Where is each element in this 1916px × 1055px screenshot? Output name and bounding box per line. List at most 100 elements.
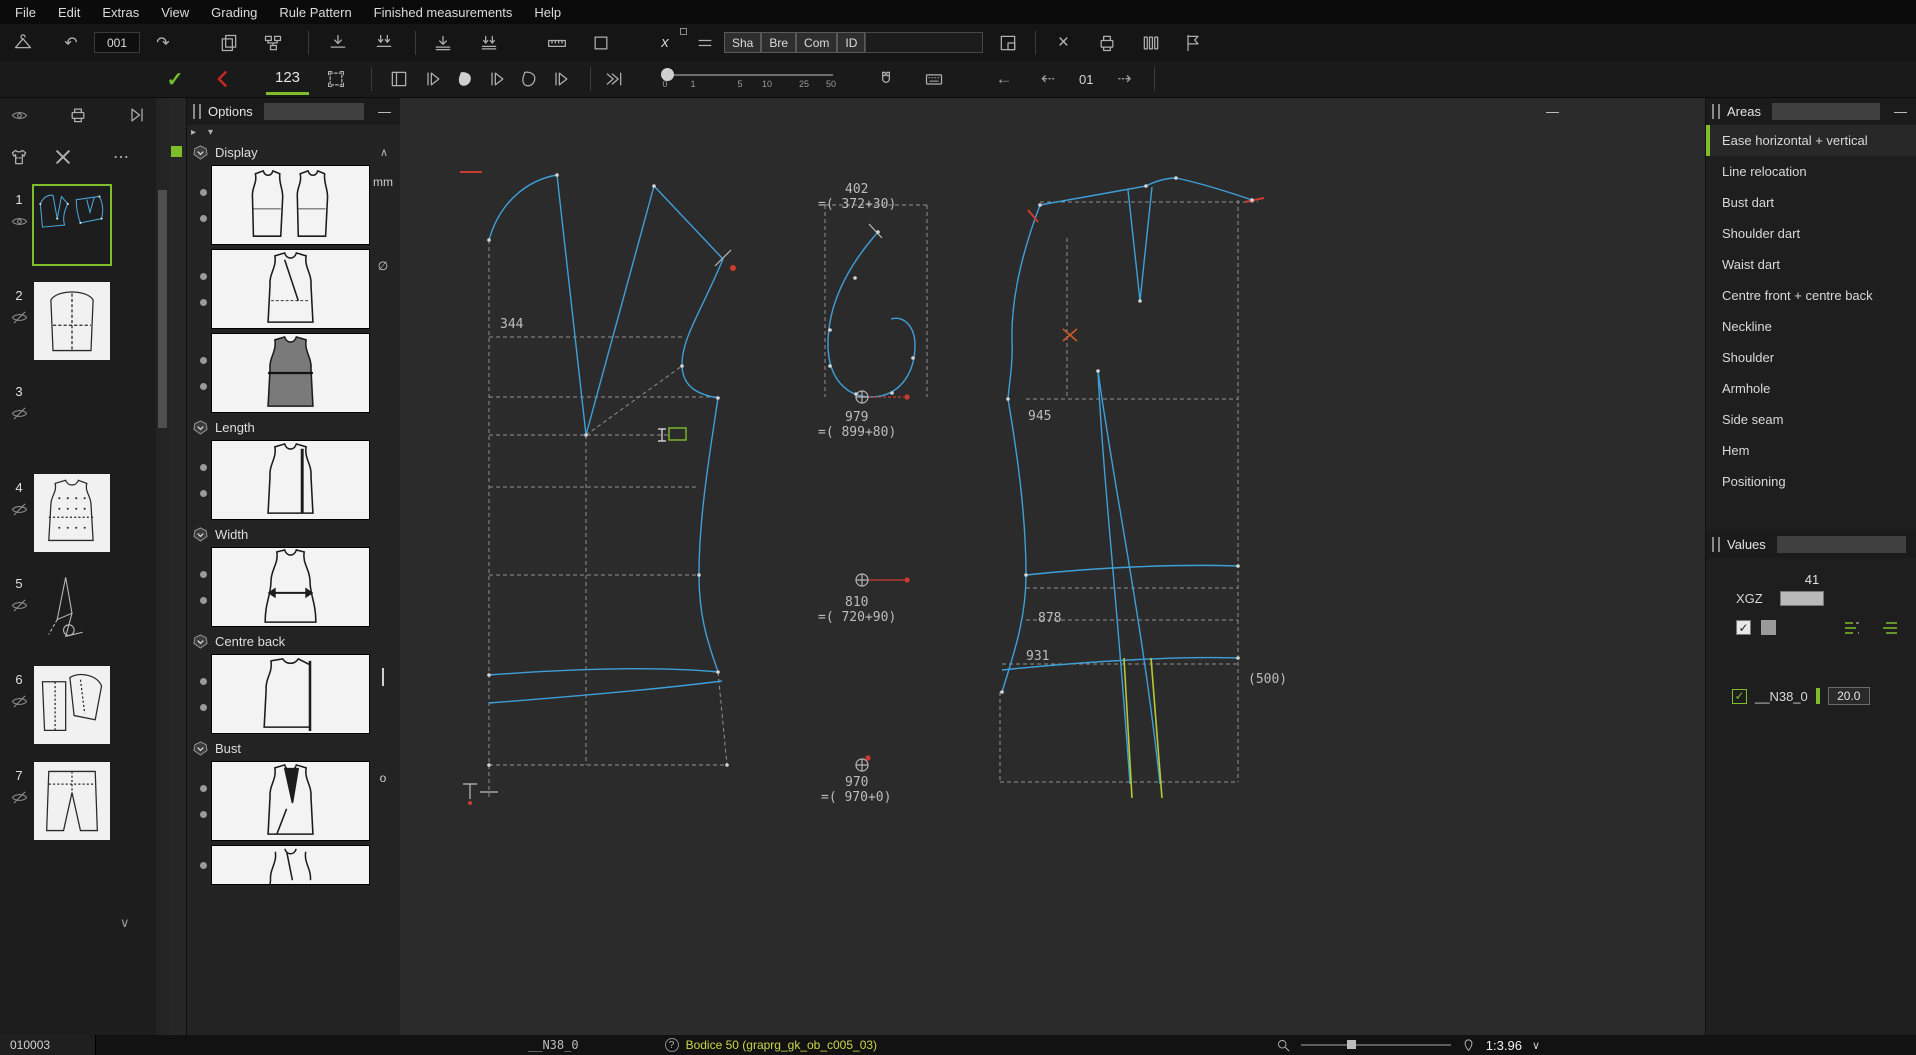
play-step3-icon[interactable] bbox=[548, 66, 574, 92]
sidebar-scrollbar[interactable] bbox=[156, 98, 169, 1035]
area-item-positioning[interactable]: Positioning bbox=[1706, 466, 1916, 497]
section-length[interactable]: Length bbox=[187, 415, 400, 438]
caret-right-icon[interactable]: ▸ bbox=[191, 127, 196, 138]
menu-view[interactable]: View bbox=[150, 2, 200, 23]
area-item-line-relocation[interactable]: Line relocation bbox=[1706, 156, 1916, 187]
pin-icon[interactable] bbox=[1461, 1038, 1476, 1053]
lines-icon[interactable] bbox=[692, 30, 718, 56]
list-green-icon-2[interactable] bbox=[1882, 621, 1898, 635]
zoom-menu-icon[interactable]: ∨ bbox=[1532, 1039, 1540, 1052]
xgz-input[interactable] bbox=[1780, 591, 1824, 606]
panel-handle-icon[interactable] bbox=[1712, 104, 1720, 119]
panel-icon[interactable] bbox=[386, 66, 412, 92]
drafting-canvas[interactable]: — 344 402 =(372+30) 979 =(899+80) 945 … bbox=[400, 98, 1705, 1035]
keyboard-icon[interactable] bbox=[921, 66, 947, 92]
option-row-display-1[interactable]: mm bbox=[187, 163, 400, 247]
arrow-right-dashed-icon[interactable]: ⇢ bbox=[1112, 66, 1138, 92]
shape-mode-button[interactable]: Sha bbox=[724, 32, 762, 53]
area-item-ease[interactable]: Ease horizontal + vertical bbox=[1706, 125, 1916, 156]
area-item-armhole[interactable]: Armhole bbox=[1706, 373, 1916, 404]
step-counter-field[interactable] bbox=[94, 32, 140, 53]
menu-grading[interactable]: Grading bbox=[200, 2, 268, 23]
radio-dot[interactable] bbox=[199, 677, 207, 685]
collapse-handle-icon[interactable]: — bbox=[1546, 104, 1559, 119]
panel-handle-icon[interactable] bbox=[193, 104, 201, 119]
piece-solid-icon[interactable] bbox=[452, 66, 478, 92]
garment-icon[interactable] bbox=[6, 144, 32, 170]
menu-extras[interactable]: Extras bbox=[91, 2, 150, 23]
undo-icon[interactable]: ↶ bbox=[58, 30, 84, 56]
visibility-icon[interactable] bbox=[11, 213, 28, 233]
visibility-off-icon[interactable] bbox=[11, 501, 28, 521]
piece-thumbnail-5[interactable] bbox=[34, 570, 110, 648]
collapse-icon[interactable]: ∧ bbox=[380, 146, 394, 159]
tab-123[interactable]: 123 bbox=[266, 64, 310, 95]
radio-dot[interactable] bbox=[199, 784, 207, 792]
piece-thumbnail-6[interactable] bbox=[34, 666, 110, 744]
columns-icon[interactable] bbox=[1138, 30, 1164, 56]
help-info-icon[interactable]: ? bbox=[664, 1038, 679, 1052]
radio-dot[interactable] bbox=[199, 596, 207, 604]
skip-arrows-icon[interactable] bbox=[601, 66, 627, 92]
radio-dot[interactable] bbox=[199, 356, 207, 364]
arrow-left-dashed-icon[interactable]: ⇠ bbox=[1035, 66, 1061, 92]
piece-thumbnail-4[interactable] bbox=[34, 474, 110, 552]
area-item-hem[interactable]: Hem bbox=[1706, 435, 1916, 466]
piece-item-6[interactable]: 6 bbox=[0, 662, 156, 758]
marquee-select-icon[interactable] bbox=[323, 66, 349, 92]
menu-finished-measurements[interactable]: Finished measurements bbox=[363, 2, 524, 23]
skip-end-icon[interactable] bbox=[124, 102, 150, 128]
options-header-box[interactable] bbox=[263, 103, 364, 120]
radio-dot[interactable] bbox=[199, 703, 207, 711]
section-width[interactable]: Width bbox=[187, 522, 400, 545]
arrow-left-icon[interactable]: ← bbox=[991, 66, 1017, 92]
radio-dot[interactable] bbox=[199, 810, 207, 818]
piece-thumbnail-1[interactable] bbox=[32, 184, 112, 266]
redo-icon[interactable]: ↷ bbox=[150, 30, 176, 56]
menu-help[interactable]: Help bbox=[523, 2, 572, 23]
double-drop-baseline-icon[interactable] bbox=[476, 30, 502, 56]
visibility-off-icon[interactable] bbox=[11, 309, 28, 329]
piece-item-5[interactable]: 5 bbox=[0, 566, 156, 662]
close-icon[interactable]: × bbox=[1050, 30, 1076, 56]
option-row-display-3[interactable] bbox=[187, 331, 400, 415]
frame-icon[interactable] bbox=[588, 30, 614, 56]
combine-mode-button[interactable]: Com bbox=[796, 32, 838, 53]
radio-dot[interactable] bbox=[199, 463, 207, 471]
play-step-icon[interactable] bbox=[420, 66, 446, 92]
area-item-side-seam[interactable]: Side seam bbox=[1706, 404, 1916, 435]
piece-thumbnail-7[interactable] bbox=[34, 762, 110, 840]
radio-dot[interactable] bbox=[199, 861, 207, 869]
id-mode-button[interactable]: ID bbox=[837, 32, 866, 53]
panel-handle-icon[interactable] bbox=[1712, 537, 1720, 552]
more-dots-icon[interactable]: ⋯ bbox=[108, 144, 134, 170]
minimize-icon[interactable]: — bbox=[375, 104, 394, 119]
slider-track[interactable] bbox=[663, 74, 834, 76]
option-row-bust-2[interactable] bbox=[187, 843, 400, 887]
visibility-off-icon[interactable] bbox=[11, 693, 28, 713]
values-checkbox[interactable]: ✓ bbox=[1736, 620, 1751, 635]
radio-dot[interactable] bbox=[199, 214, 207, 222]
id-search-input[interactable] bbox=[865, 32, 984, 53]
visibility-off-icon[interactable] bbox=[11, 789, 28, 809]
area-item-centre-front-back[interactable]: Centre front + centre back bbox=[1706, 280, 1916, 311]
section-display[interactable]: Display ∧ bbox=[187, 140, 400, 163]
zoom-icon[interactable] bbox=[1276, 1038, 1291, 1053]
print-piece-icon[interactable] bbox=[65, 102, 91, 128]
menu-edit[interactable]: Edit bbox=[47, 2, 91, 23]
piece-item-3[interactable]: 3 bbox=[0, 374, 156, 470]
area-item-shoulder-dart[interactable]: Shoulder dart bbox=[1706, 218, 1916, 249]
scrollbar-thumb[interactable] bbox=[158, 190, 167, 428]
option-row-length-1[interactable] bbox=[187, 438, 400, 522]
visibility-off-icon[interactable] bbox=[11, 405, 28, 425]
color-swatch[interactable] bbox=[1761, 620, 1776, 635]
piece-item-2[interactable]: 2 bbox=[0, 278, 156, 374]
grading-scale-slider[interactable]: 0 1 5 10 25 50 bbox=[661, 66, 836, 92]
cross-pieces-icon[interactable] bbox=[50, 144, 76, 170]
measure-value-box[interactable]: 20.0 bbox=[1827, 687, 1870, 705]
ruler-icon[interactable] bbox=[544, 30, 570, 56]
option-row-width-1[interactable] bbox=[187, 545, 400, 629]
zoom-slider-thumb[interactable] bbox=[1346, 1040, 1356, 1049]
piece-item-4[interactable]: 4 bbox=[0, 470, 156, 566]
drop-to-line-icon[interactable] bbox=[325, 30, 351, 56]
